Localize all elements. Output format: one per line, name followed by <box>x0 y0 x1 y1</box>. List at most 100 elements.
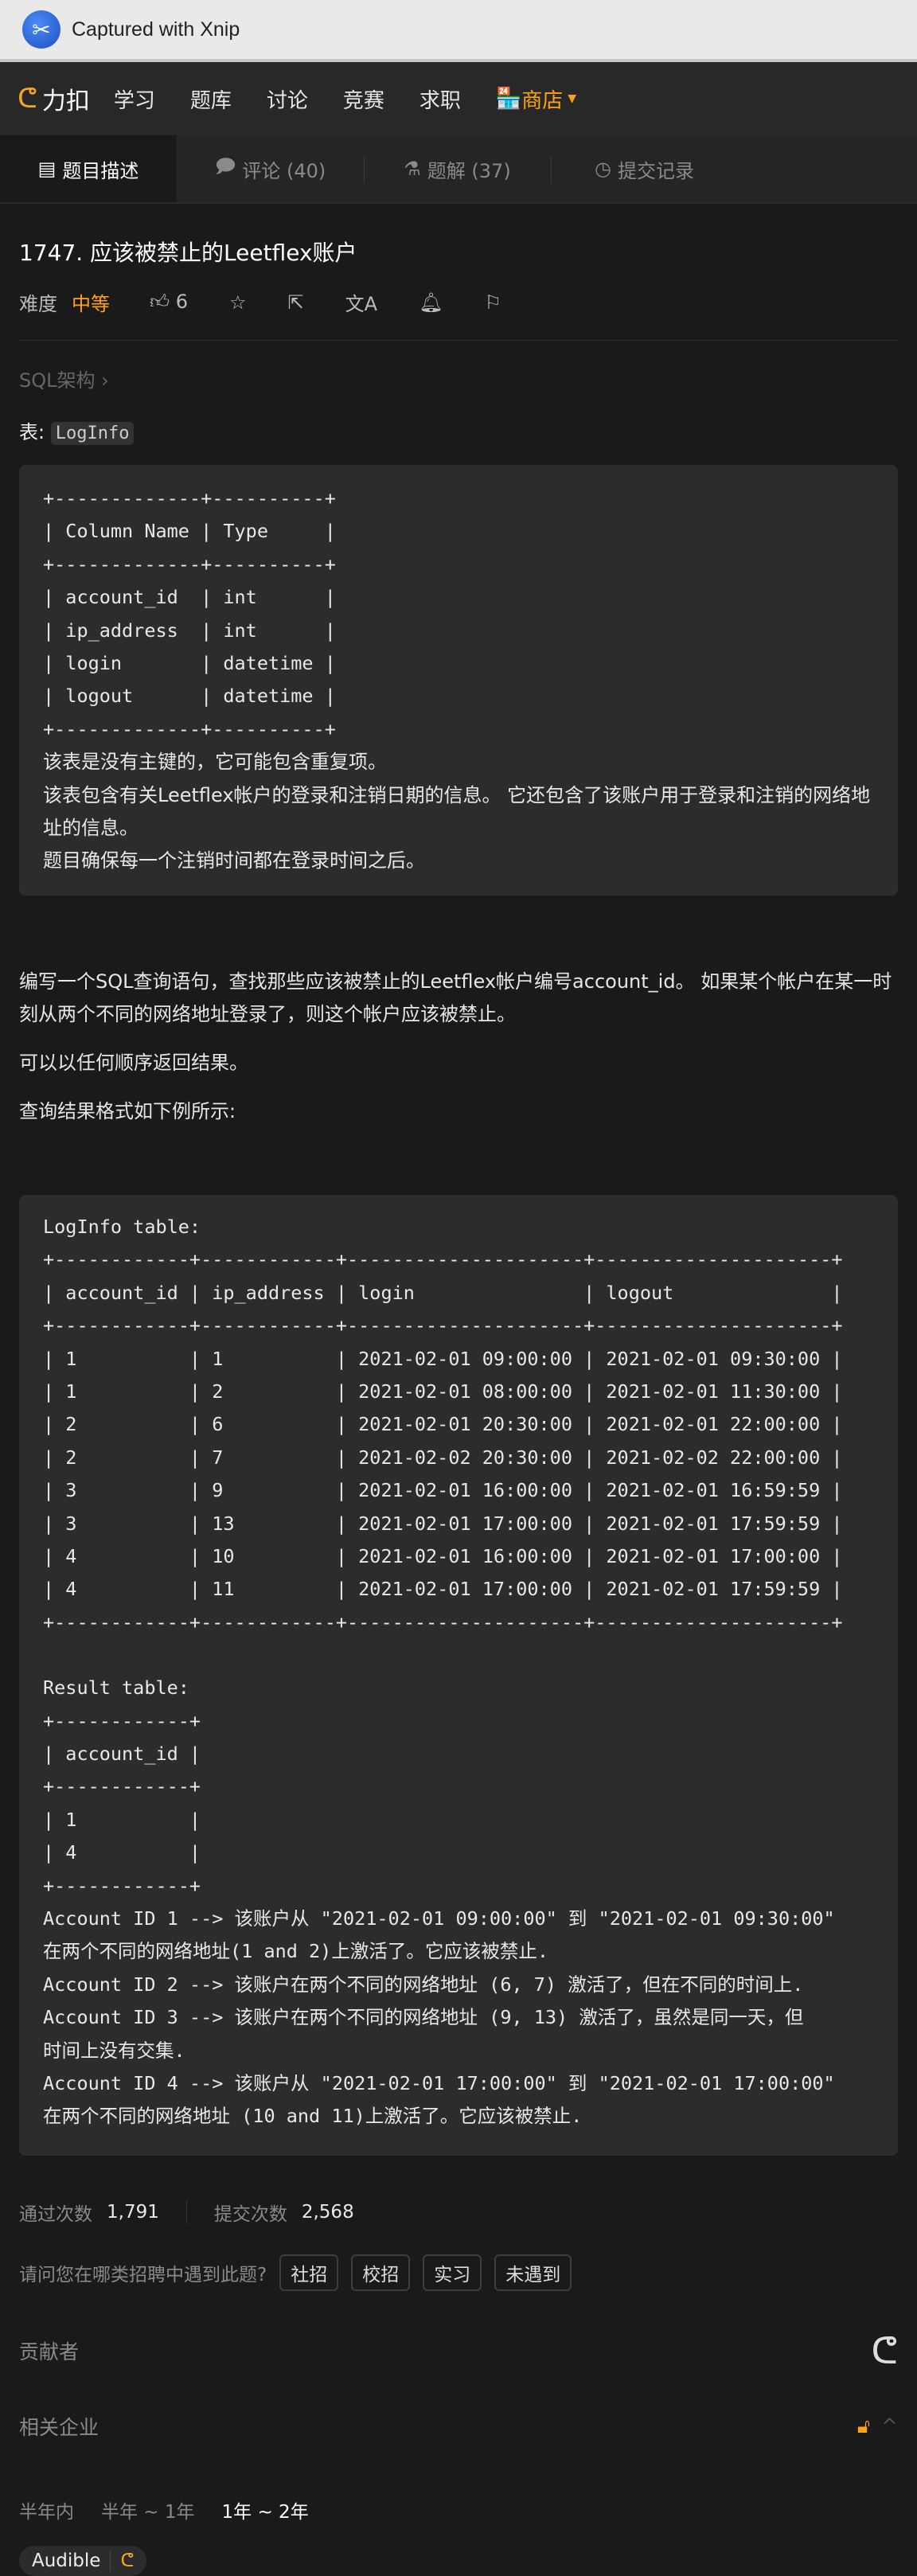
tab-submissions[interactable]: ◷ 提交记录 <box>551 135 738 202</box>
bell-icon[interactable]: 🔔︎ <box>419 291 443 314</box>
schema-line: | account_id | int | <box>43 586 336 609</box>
description-icon: ▤ <box>37 158 57 180</box>
example-line: | 3 | 9 | 2021-02-01 16:00:00 | 2021-02-… <box>43 1479 843 1502</box>
option-not-encountered[interactable]: 未遇到 <box>494 2254 572 2291</box>
brand-logo[interactable]: ᕦ 力扣 <box>18 81 90 116</box>
description-paragraph: 可以以任何顺序返回结果。 <box>19 1051 248 1074</box>
translate-icon[interactable]: 文A <box>345 288 377 316</box>
example-line: Account ID 4 --> 该账户从 "2021-02-01 17:00:… <box>43 2072 835 2095</box>
table-name: LogInfo <box>50 422 135 445</box>
example-line: | 2 | 6 | 2021-02-01 20:30:00 | 2021-02-… <box>43 1413 843 1436</box>
problem-title: 1747. 应该被禁止的Leetflex账户 <box>19 240 357 266</box>
period-one-to-two-years[interactable]: 1年 ~ 2年 <box>222 2496 309 2523</box>
shop-icon: 🏪 <box>495 87 522 111</box>
tab-solutions[interactable]: ⚗ 题解 (37) <box>364 135 551 202</box>
example-line: 在两个不同的网络地址(1 and 2)上激活了。它应该被禁止. <box>43 1940 548 1963</box>
contributors-row: 贡献者 ᕦ <box>19 2329 898 2372</box>
schema-line: +-------------+----------+ <box>43 552 336 576</box>
nav-jobs[interactable]: 求职 <box>419 84 461 114</box>
company-name: Audible <box>32 2550 101 2571</box>
capture-label: Captured with Xnip <box>72 18 240 41</box>
option-social-recruit[interactable]: 社招 <box>279 2254 339 2291</box>
example-line: | account_id | ip_address | login | logo… <box>43 1281 843 1304</box>
submitted-label: 提交次数 <box>213 2203 287 2225</box>
example-line: 时间上没有交集. <box>43 2039 185 2062</box>
schema-line: +-------------+----------+ <box>43 487 336 509</box>
nav-discuss[interactable]: 讨论 <box>267 84 308 114</box>
breadcrumb[interactable]: SQL架构 › <box>19 365 898 392</box>
tab-comments[interactable]: 🗩 评论 (40) <box>177 135 364 202</box>
schema-table: +-------------+----------+ | Column Name … <box>43 482 874 746</box>
example-line: +------------+ <box>43 1874 201 1897</box>
example-line: +------------+ <box>43 1709 201 1732</box>
option-campus-recruit[interactable]: 校招 <box>351 2254 411 2291</box>
companies-header[interactable]: 相关企业 🔓︎ ^ <box>19 2412 898 2441</box>
accepted-label: 通过次数 <box>19 2203 92 2225</box>
share-icon[interactable]: ⇱ <box>288 291 304 314</box>
difficulty-badge: 中等 <box>72 293 110 315</box>
submitted-count: 2,568 <box>301 2201 354 2223</box>
tab-label: 提交记录 <box>617 159 694 182</box>
company-tag[interactable]: Audible ᕦ <box>19 2545 147 2576</box>
submission-stats: 通过次数 1,791 提交次数 2,568 <box>19 2199 898 2226</box>
example-line: | 4 | 11 | 2021-02-01 17:00:00 | 2021-02… <box>43 1578 843 1601</box>
option-internship[interactable]: 实习 <box>423 2254 482 2291</box>
thumbs-up-icon: 👍︎ <box>150 291 170 313</box>
period-tabs: 半年内 半年 ~ 1年 1年 ~ 2年 <box>19 2496 898 2523</box>
example-line: | 1 | 2 | 2021-02-01 08:00:00 | 2021-02-… <box>43 1380 843 1403</box>
tab-description[interactable]: ▤ 题目描述 <box>0 135 177 202</box>
example-line: 在两个不同的网络地址 (10 and 11)上激活了。它应该被禁止. <box>43 2105 583 2128</box>
capture-bar: ✂ Captured with Xnip <box>0 0 917 62</box>
star-icon[interactable]: ☆ <box>229 291 247 314</box>
schema-line: | logout | datetime | <box>43 685 336 708</box>
example-line: Account ID 2 --> 该账户在两个不同的网络地址 (6, 7) 激活… <box>43 1973 804 1996</box>
recruit-survey: 请问您在哪类招聘中遇到此题? 社招 校招 实习 未遇到 <box>19 2254 898 2291</box>
divider <box>185 2199 187 2224</box>
schema-line: +-------------+----------+ <box>43 717 336 740</box>
feedback-icon[interactable]: ⚐ <box>485 291 502 314</box>
example-line: | account_id | <box>43 1742 201 1765</box>
caret-down-icon: ▼ <box>568 92 577 105</box>
description: 编写一个SQL查询语句，查找那些应该被禁止的Leetflex帐户编号accoun… <box>19 966 898 1128</box>
nav-shop[interactable]: 🏪 商店 ▼ <box>496 84 576 114</box>
contributor-avatar-icon[interactable]: ᕦ <box>871 2329 898 2372</box>
example-line: +------------+------------+-------------… <box>43 1610 843 1633</box>
nav-contest[interactable]: 竞赛 <box>343 84 384 114</box>
example-line: +------------+------------+-------------… <box>43 1314 843 1337</box>
schema-line: | Column Name | Type | <box>43 520 336 543</box>
tab-label: 题解 (37) <box>427 159 511 182</box>
chevron-up-icon: ^ <box>881 2414 898 2437</box>
problem-meta: 难度 中等 👍︎ 6 ☆ ⇱ 文A 🔔︎ ⚐ <box>19 288 898 341</box>
schema-note: 该表是没有主键的，它可能包含重复项。 <box>43 751 387 774</box>
example-line: | 1 | <box>43 1808 201 1831</box>
tab-label: 评论 (40) <box>242 159 326 182</box>
example-line: Account ID 1 --> 该账户从 "2021-02-01 09:00:… <box>43 1907 835 1930</box>
example-line: | 4 | <box>43 1841 201 1864</box>
like-button[interactable]: 👍︎ 6 <box>150 291 188 314</box>
nav-problems[interactable]: 题库 <box>190 84 232 114</box>
example-line: | 3 | 13 | 2021-02-01 17:00:00 | 2021-02… <box>43 1512 843 1535</box>
nav-learn[interactable]: 学习 <box>114 84 155 114</box>
xnip-logo-icon: ✂ <box>22 10 60 49</box>
recruit-question: 请问您在哪类招聘中遇到此题? <box>19 2264 267 2285</box>
schema-notes: 该表是没有主键的，它可能包含重复项。 该表包含有关Leetflex帐户的登录和注销… <box>43 746 874 878</box>
clock-icon: ◷ <box>595 158 611 180</box>
like-count: 6 <box>175 291 189 313</box>
example-line: | 4 | 10 | 2021-02-01 16:00:00 | 2021-02… <box>43 1544 843 1567</box>
example-line: +------------+ <box>43 1775 201 1798</box>
top-nav: ᕦ 力扣 学习 题库 讨论 竞赛 求职 🏪 商店 ▼ <box>0 62 917 135</box>
difficulty-label: 难度 <box>19 293 57 315</box>
example-line: LogInfo table: <box>43 1215 201 1238</box>
table-label: 表: LogInfo <box>19 416 898 445</box>
leetcode-logo-icon: ᕦ <box>120 2550 135 2571</box>
divider <box>110 2550 111 2571</box>
example-line: +------------+------------+-------------… <box>43 1248 843 1271</box>
period-half-year[interactable]: 半年内 <box>19 2496 74 2523</box>
period-half-to-one-year[interactable]: 半年 ~ 1年 <box>101 2496 195 2523</box>
flask-icon: ⚗ <box>404 158 421 180</box>
contributors-label: 贡献者 <box>19 2340 80 2363</box>
example-line: Account ID 3 --> 该账户在两个不同的网络地址 (9, 13) 激… <box>43 2006 804 2029</box>
companies-label: 相关企业 <box>19 2415 100 2439</box>
example-block: LogInfo table: +------------+------------… <box>19 1194 898 2156</box>
problem-tabs: ▤ 题目描述 🗩 评论 (40) ⚗ 题解 (37) ◷ 提交记录 <box>0 135 917 204</box>
